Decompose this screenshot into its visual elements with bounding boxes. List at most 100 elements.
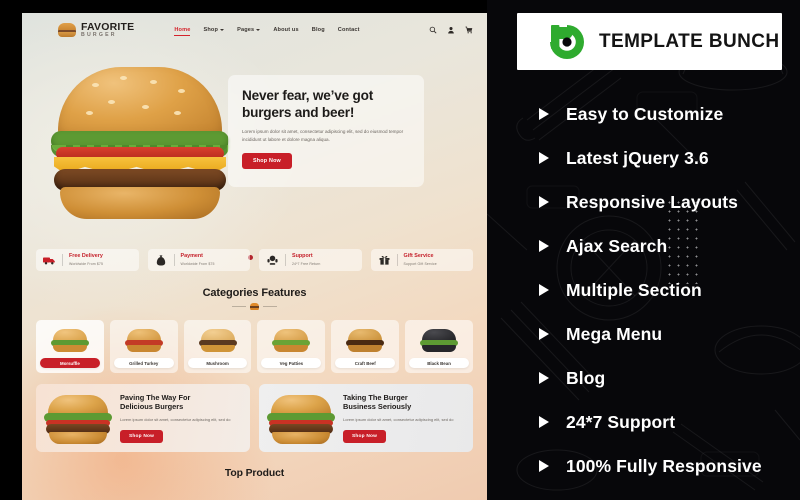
brand-text: FAVORITE BURGER <box>81 22 134 39</box>
arrow-right-icon <box>539 416 549 428</box>
panel-feature-item: Ajax Search <box>487 224 800 268</box>
category-burger-icon <box>124 327 164 354</box>
promo-title-line-2: Delicious Burgers <box>120 402 184 412</box>
nav-item-pages[interactable]: Pages <box>237 27 261 33</box>
arrow-right-icon <box>539 284 549 296</box>
promo-banner-list: Paving The Way For Delicious Burgers Lor… <box>22 384 487 452</box>
money-bag-icon <box>155 254 168 266</box>
panel-feature-label: Blog <box>566 367 606 388</box>
template-bunch-name: TEMPLATE BUNCH <box>599 30 780 52</box>
nav-item-blog[interactable]: Blog <box>312 27 325 33</box>
nav-label: Contact <box>337 27 360 33</box>
arrow-right-icon <box>539 108 549 120</box>
hero-text-card: Never fear, we’ve got burgers and beer! … <box>228 75 424 187</box>
category-card[interactable]: Black Bean <box>405 320 473 373</box>
panel-feature-label: 24*7 Support <box>566 411 676 432</box>
categories-heading: Categories Features <box>202 287 307 299</box>
delivery-truck-icon <box>43 255 56 266</box>
promo-title-line-1: Taking The Burger <box>343 392 408 402</box>
arrow-right-icon <box>539 196 549 208</box>
divider <box>396 254 398 266</box>
hero-title-line-2: burgers and beer! <box>242 104 355 120</box>
hero-description: Lorem ipsum dolor sit amet, consectetur … <box>242 129 404 143</box>
nav-item-shop[interactable]: Shop <box>203 27 225 33</box>
site-brand-logo[interactable]: FAVORITE BURGER <box>58 22 134 39</box>
panel-feature-label: Ajax Search <box>566 235 668 256</box>
top-product-section-header: Top Product <box>22 468 487 479</box>
shopping-cart-icon[interactable] <box>465 26 473 34</box>
category-label: Craft Beef <box>335 358 396 368</box>
promo-burger-image <box>265 391 337 445</box>
nav-label: Shop <box>203 27 219 33</box>
promo-shop-now-button[interactable]: Shop Now <box>120 430 164 444</box>
feature-title: Gift Service <box>403 253 434 260</box>
feature-card-free-delivery[interactable]: Free Delivery Worldwide From $75 <box>36 249 139 271</box>
category-burger-icon <box>419 327 459 354</box>
panel-feature-item: 24*7 Support <box>487 400 800 444</box>
service-features-strip: Free Delivery Worldwide From $75 Payment… <box>22 249 487 271</box>
panel-feature-list: Easy to Customize Latest jQuery 3.6 Resp… <box>487 92 800 488</box>
site-header: FAVORITE BURGER Home Shop Pages About us… <box>22 13 487 47</box>
category-label: Mushroom <box>187 358 248 368</box>
panel-feature-item: Responsive Layouts <box>487 180 800 224</box>
hero-section: Never fear, we’ve got burgers and beer! … <box>22 47 487 260</box>
arrow-right-icon <box>539 152 549 164</box>
promo-title-line-2: Business Seriously <box>343 402 412 412</box>
brand-subtitle: BURGER <box>81 32 117 39</box>
mini-burger-icon <box>250 303 259 311</box>
panel-feature-item: Easy to Customize <box>487 92 800 136</box>
hero-burger-image <box>34 53 244 223</box>
feature-card-gift-service[interactable]: Gift Service Support Gift Service <box>370 249 473 271</box>
nav-item-contact[interactable]: Contact <box>338 27 360 33</box>
panel-feature-item: Blog <box>487 356 800 400</box>
panel-feature-item: Mega Menu <box>487 312 800 356</box>
support-headset-icon <box>266 255 279 266</box>
divider <box>173 254 175 266</box>
feature-title: Payment <box>180 253 203 260</box>
chevron-down-icon <box>256 29 261 31</box>
nav-item-about-us[interactable]: About us <box>273 27 298 33</box>
promo-title: Taking The Burger Business Seriously <box>343 393 463 412</box>
nav-label: Home <box>174 27 191 33</box>
category-card[interactable]: Morsuffle <box>36 320 104 373</box>
promo-body: Paving The Way For Delicious Burgers Lor… <box>120 393 240 444</box>
panel-feature-label: Easy to Customize <box>566 103 724 124</box>
feature-card-payment[interactable]: Payment Worldwide From $75 <box>147 249 250 271</box>
category-burger-icon <box>50 327 90 354</box>
category-card[interactable]: Veg Patties <box>257 320 326 373</box>
promo-description: Lorem ipsum dolor sit amet, consectetur … <box>343 416 454 422</box>
divider <box>285 254 286 266</box>
panel-feature-item: Latest jQuery 3.6 <box>487 136 800 180</box>
promo-card[interactable]: Taking The Burger Business Seriously Lor… <box>259 384 473 452</box>
hero-title-line-1: Never fear, we’ve got <box>242 88 374 103</box>
promo-body: Taking The Burger Business Seriously Lor… <box>343 393 463 444</box>
search-icon[interactable] <box>429 26 437 34</box>
feature-text: Gift Service Support Gift Service <box>404 253 437 266</box>
nav-item-home[interactable]: Home <box>174 27 191 36</box>
promo-shop-now-button[interactable]: Shop Now <box>343 430 387 444</box>
category-burger-icon <box>271 327 311 354</box>
category-card[interactable]: Grilled Turkey <box>109 320 178 373</box>
panel-feature-label: Responsive Layouts <box>566 191 738 212</box>
feature-subtitle: Worldwide From $75 <box>180 262 215 267</box>
category-card[interactable]: Craft Beef <box>331 320 400 373</box>
divider <box>62 254 63 266</box>
template-feature-panel: TEMPLATE BUNCH Easy to Customize Latest … <box>487 0 800 500</box>
panel-feature-label: Latest jQuery 3.6 <box>566 147 709 168</box>
category-card[interactable]: Mushroom <box>183 320 252 373</box>
category-burger-icon <box>198 327 238 354</box>
user-account-icon[interactable] <box>447 26 455 34</box>
feature-card-support[interactable]: Support 24*7 Free Return <box>259 249 362 271</box>
hero-shop-now-button[interactable]: Shop Now <box>242 153 292 170</box>
promo-card[interactable]: Paving The Way For Delicious Burgers Lor… <box>36 384 250 452</box>
main-navigation: Home Shop Pages About us Blog Contact <box>174 27 360 36</box>
arrow-right-icon <box>539 240 549 252</box>
chevron-down-icon <box>220 29 225 31</box>
screenshot-stage: FAVORITE BURGER Home Shop Pages About us… <box>0 0 800 500</box>
top-product-heading: Top Product <box>224 468 285 479</box>
heading-ornament <box>22 303 487 311</box>
gift-box-icon <box>378 255 391 266</box>
categories-section-header: Categories Features <box>22 287 487 311</box>
feature-title: Free Delivery <box>69 253 103 260</box>
promo-title: Paving The Way For Delicious Burgers <box>120 393 240 412</box>
